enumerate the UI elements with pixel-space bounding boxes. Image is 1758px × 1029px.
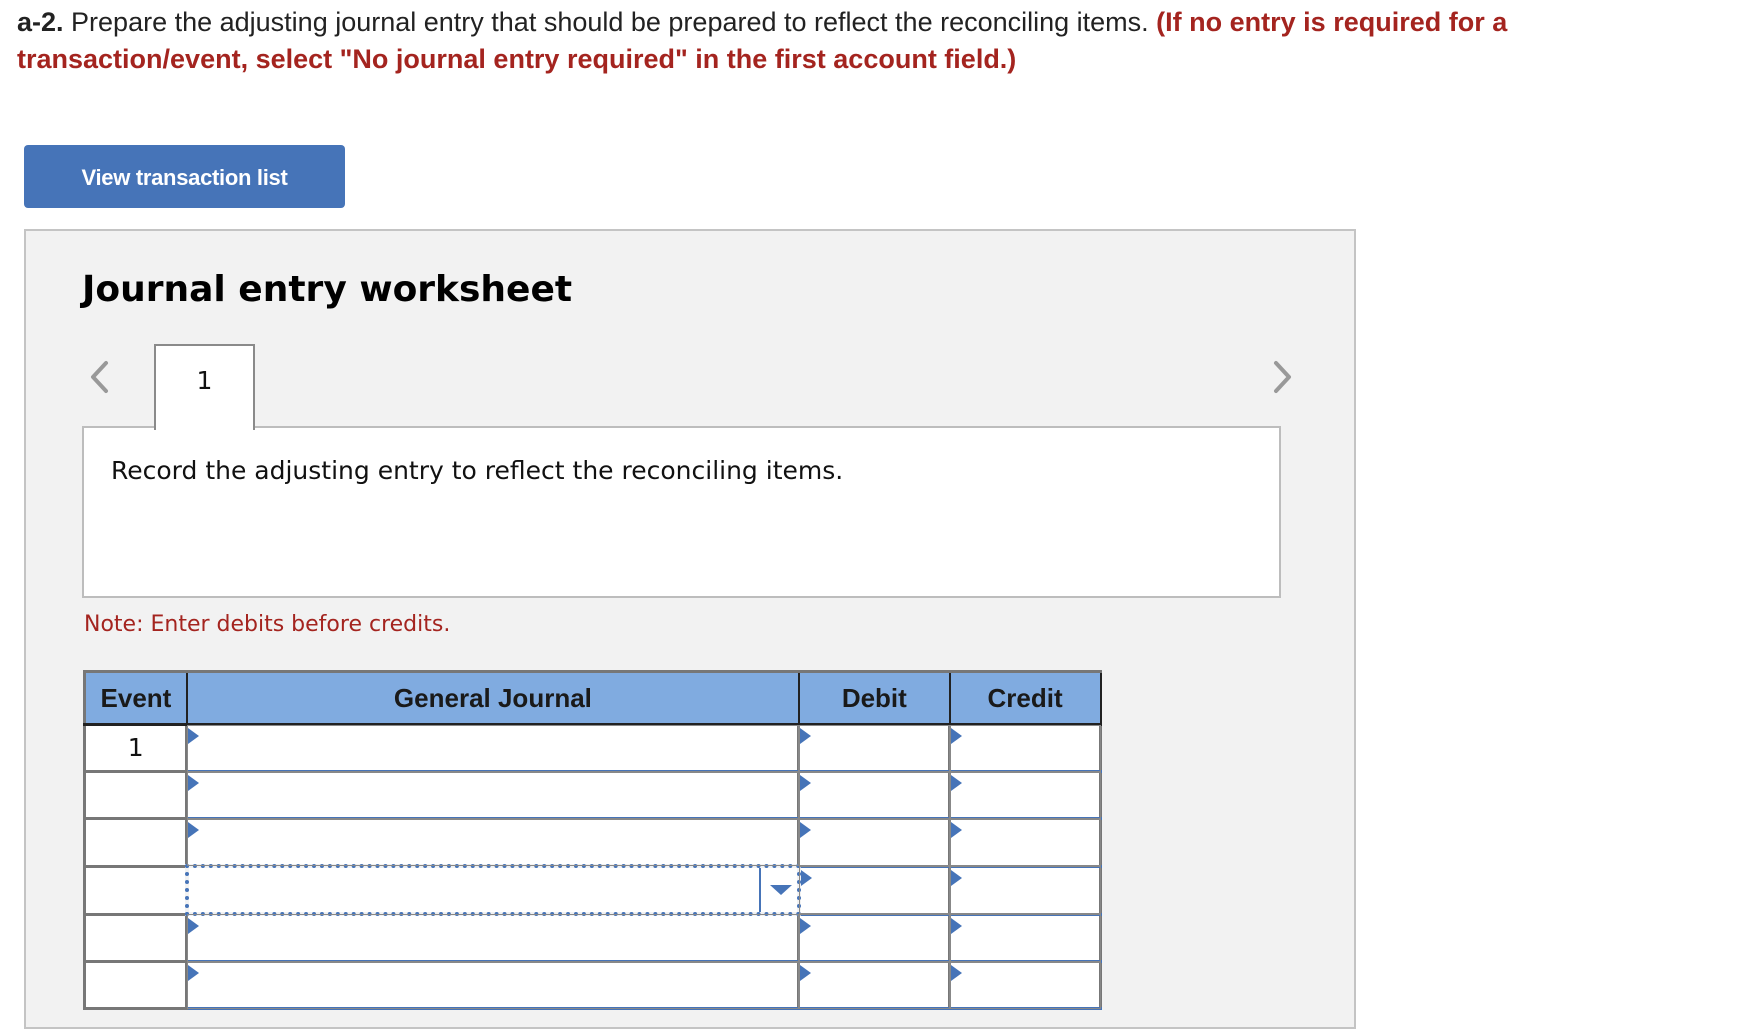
account-cell[interactable] — [185, 912, 802, 963]
credit-cell[interactable] — [948, 864, 1103, 916]
credit-cell[interactable] — [948, 912, 1103, 963]
entry-description-box: Record the adjusting entry to reflect th… — [82, 426, 1281, 598]
journal-header-row: Event General Journal Debit Credit — [82, 670, 1102, 726]
view-transaction-list-button[interactable]: View transaction list — [24, 145, 345, 208]
journal-row — [82, 817, 1103, 868]
entry-note: Note: Enter debits before credits. — [84, 612, 451, 637]
event-cell — [82, 912, 189, 963]
journal-entry-worksheet: Journal entry worksheet 1 Record the adj… — [24, 229, 1356, 1029]
event-cell — [82, 960, 189, 1010]
credit-input[interactable] — [951, 867, 1103, 915]
debit-input[interactable] — [800, 820, 953, 867]
journal-row — [82, 770, 1103, 820]
chevron-left-icon — [91, 361, 108, 393]
credit-input[interactable] — [951, 820, 1103, 867]
account-input[interactable] — [188, 916, 802, 962]
debit-cell[interactable] — [797, 817, 953, 868]
entry-tab-1[interactable]: 1 — [154, 344, 255, 430]
event-cell — [82, 817, 189, 868]
credit-input[interactable] — [951, 963, 1103, 1009]
caret-down-icon — [769, 885, 792, 895]
next-entry-button[interactable] — [1268, 359, 1296, 395]
account-input[interactable] — [188, 773, 802, 819]
credit-cell[interactable] — [948, 723, 1103, 773]
column-header-event: Event — [82, 670, 188, 726]
credit-cell[interactable] — [948, 817, 1103, 868]
journal-row: 1 — [82, 723, 1103, 773]
event-cell: 1 — [82, 723, 189, 773]
journal-row — [82, 864, 1103, 916]
debit-cell[interactable] — [797, 723, 953, 773]
debit-cell[interactable] — [797, 912, 953, 963]
column-header-debit: Debit — [797, 670, 951, 726]
account-cell[interactable] — [185, 817, 802, 868]
debit-cell[interactable] — [797, 960, 953, 1010]
credit-input[interactable] — [951, 773, 1103, 819]
chevron-right-icon — [1274, 361, 1291, 393]
credit-cell[interactable] — [948, 770, 1103, 820]
credit-input[interactable] — [951, 915, 1103, 962]
debit-cell[interactable] — [797, 864, 953, 916]
column-header-general-journal: General Journal — [185, 670, 800, 726]
account-input[interactable] — [188, 726, 802, 772]
event-cell — [82, 770, 189, 820]
entry-description: Record the adjusting entry to reflect th… — [111, 456, 844, 485]
debit-input[interactable] — [800, 773, 953, 819]
debit-input[interactable] — [800, 963, 953, 1009]
journal-row — [82, 912, 1103, 963]
journal-row — [82, 960, 1103, 1010]
journal-table: Event General Journal Debit Credit 1 — [82, 670, 1103, 1010]
account-input[interactable] — [188, 963, 802, 1009]
debit-input[interactable] — [800, 726, 953, 772]
account-cell[interactable] — [185, 960, 802, 1010]
question-text: Prepare the adjusting journal entry that… — [63, 7, 1157, 37]
question-instructions: a-2. Prepare the adjusting journal entry… — [17, 4, 1758, 78]
account-input[interactable] — [188, 820, 802, 866]
column-header-credit: Credit — [948, 670, 1102, 726]
credit-cell[interactable] — [948, 960, 1103, 1010]
question-label: a-2. — [17, 7, 64, 37]
worksheet-title: Journal entry worksheet — [82, 269, 573, 310]
question-emphasis-2: transaction/event, select "No journal en… — [17, 44, 1017, 74]
account-cell[interactable] — [185, 723, 802, 773]
event-cell — [82, 864, 189, 916]
account-dropdown-cell[interactable] — [184, 864, 801, 916]
debit-input[interactable] — [800, 867, 953, 915]
previous-entry-button[interactable] — [86, 359, 114, 395]
debit-input[interactable] — [800, 915, 953, 962]
dropdown-button[interactable] — [758, 868, 797, 912]
credit-input[interactable] — [951, 726, 1103, 772]
question-emphasis-1: (If no entry is required for a — [1156, 7, 1508, 37]
debit-cell[interactable] — [797, 770, 953, 820]
account-select[interactable] — [188, 868, 801, 914]
account-cell[interactable] — [185, 770, 802, 820]
